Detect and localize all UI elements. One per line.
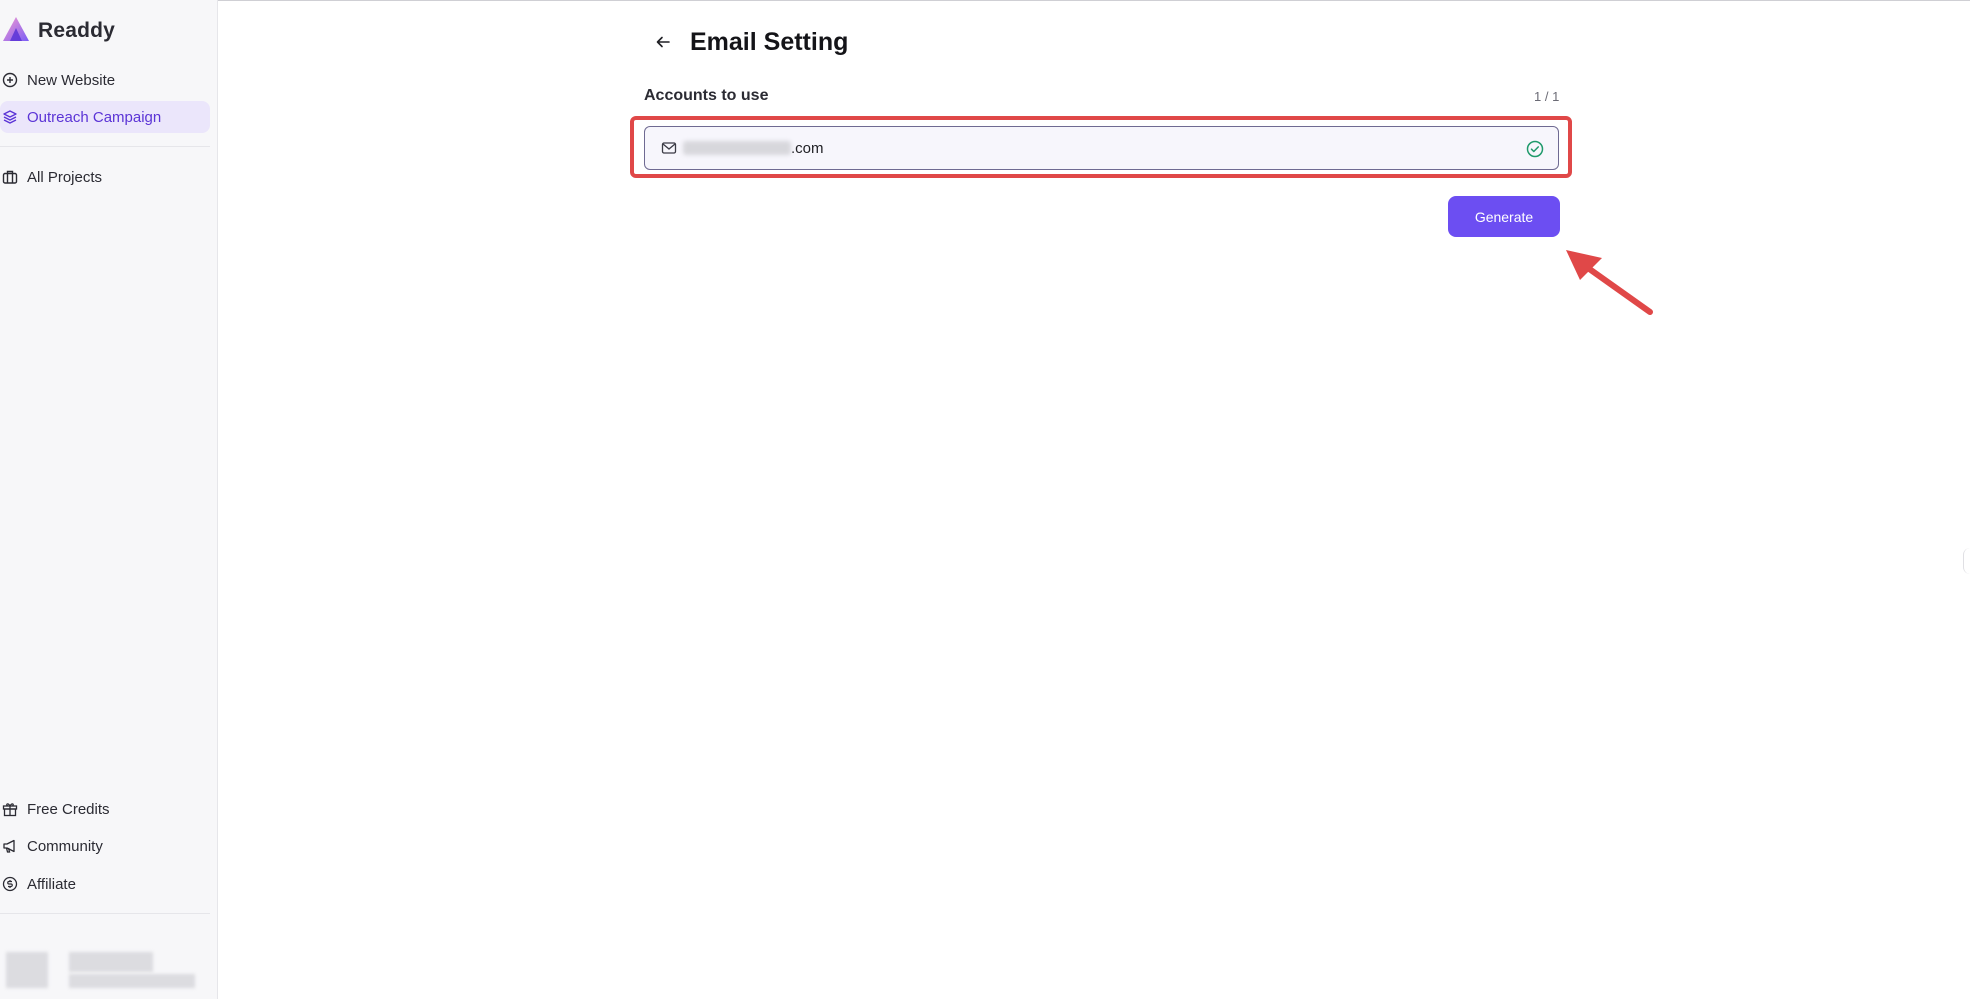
- arrow-left-icon: [655, 34, 671, 55]
- gift-icon: [2, 801, 18, 817]
- page-title: Email Setting: [690, 28, 849, 56]
- briefcase-icon: [2, 169, 18, 185]
- sidebar-item-label: Free Credits: [27, 800, 110, 818]
- sidebar-divider: [0, 913, 210, 914]
- annotation-arrow: [1558, 240, 1668, 325]
- user-profile[interactable]: [6, 952, 196, 990]
- account-option[interactable]: .com: [644, 126, 1559, 170]
- brand-logo[interactable]: Readdy: [2, 16, 115, 46]
- side-panel-handle[interactable]: [1963, 548, 1970, 574]
- sidebar-item-new-website[interactable]: New Website: [0, 64, 210, 96]
- accounts-section-label: Accounts to use: [644, 87, 769, 104]
- back-button[interactable]: [649, 30, 677, 58]
- sidebar-divider: [0, 146, 210, 147]
- email-redacted: [683, 141, 791, 155]
- user-email-redacted: [69, 974, 195, 988]
- sidebar-item-label: Community: [27, 837, 103, 855]
- mail-icon: [661, 140, 677, 156]
- sidebar-item-label: All Projects: [27, 168, 103, 186]
- avatar: [6, 952, 48, 988]
- layers-icon: [2, 109, 18, 125]
- sidebar-item-label: Outreach Campaign: [27, 108, 162, 126]
- sidebar-item-label: Affiliate: [27, 875, 76, 893]
- sidebar-item-label: New Website: [27, 71, 116, 89]
- dollar-circle-icon: [2, 876, 18, 892]
- brand-name: Readdy: [38, 19, 116, 42]
- sidebar: Readdy New Website Outreach Campaign All…: [0, 0, 218, 999]
- main-content: Email Setting Accounts to use 1 / 1 .com…: [218, 0, 1970, 999]
- sidebar-item-community[interactable]: Community: [0, 830, 210, 862]
- megaphone-icon: [2, 838, 18, 854]
- sidebar-item-outreach-campaign[interactable]: Outreach Campaign: [0, 101, 210, 133]
- sidebar-item-free-credits[interactable]: Free Credits: [0, 793, 210, 825]
- account-count: 1 / 1: [1534, 89, 1560, 104]
- user-name-redacted: [69, 952, 153, 972]
- sidebar-item-all-projects[interactable]: All Projects: [0, 161, 210, 193]
- email-suffix: .com: [791, 139, 824, 157]
- check-circle-icon: [1526, 140, 1544, 158]
- sidebar-item-affiliate[interactable]: Affiliate: [0, 868, 210, 900]
- readdy-logo-icon: [2, 16, 30, 47]
- plus-circle-icon: [2, 72, 18, 88]
- generate-button[interactable]: Generate: [1448, 196, 1560, 237]
